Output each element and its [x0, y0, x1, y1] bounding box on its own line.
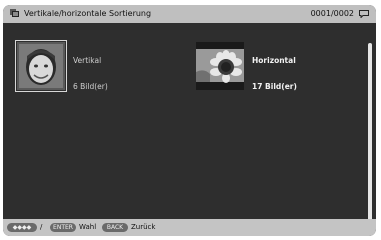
- image-counter: 0001/0002: [310, 9, 354, 18]
- portrait-thumbnail-icon: [17, 42, 65, 90]
- thumbnail-horizontal: [196, 42, 244, 90]
- option-count: 17 Bild(er): [252, 82, 297, 91]
- option-label: Vertikal: [73, 56, 102, 65]
- separator: /: [40, 223, 43, 231]
- option-label: Horizontal: [252, 56, 296, 65]
- option-horizontal[interactable]: Horizontal 17 Bild(er): [196, 42, 366, 94]
- page-title: Vertikale/horizontale Sortierung: [24, 9, 152, 18]
- content-area: Vertikal 6 Bild(er) Horizontal 17 Bild(e…: [3, 23, 376, 235]
- option-vertical[interactable]: Vertikal 6 Bild(er): [15, 40, 187, 94]
- card-icon: [359, 10, 369, 18]
- sunflower-thumbnail-icon: [196, 42, 244, 90]
- photos-icon: [10, 9, 19, 17]
- screen: Vertikale/horizontale Sortierung 0001/00…: [3, 5, 376, 236]
- back-hint-label: Zurück: [131, 223, 156, 231]
- footer-bar: ◆◆◆◆ / ENTER Wahl BACK Zurück: [3, 219, 376, 236]
- nav-keys-icon: ◆◆◆◆: [7, 223, 37, 232]
- scrollbar[interactable]: [368, 43, 372, 235]
- title-bar: Vertikale/horizontale Sortierung 0001/00…: [3, 5, 376, 23]
- option-count: 6 Bild(er): [73, 82, 108, 91]
- enter-hint-label: Wahl: [79, 223, 97, 231]
- thumbnail-vertical: [15, 40, 67, 92]
- enter-key-badge: ENTER: [50, 223, 76, 232]
- back-key-badge: BACK: [102, 223, 128, 232]
